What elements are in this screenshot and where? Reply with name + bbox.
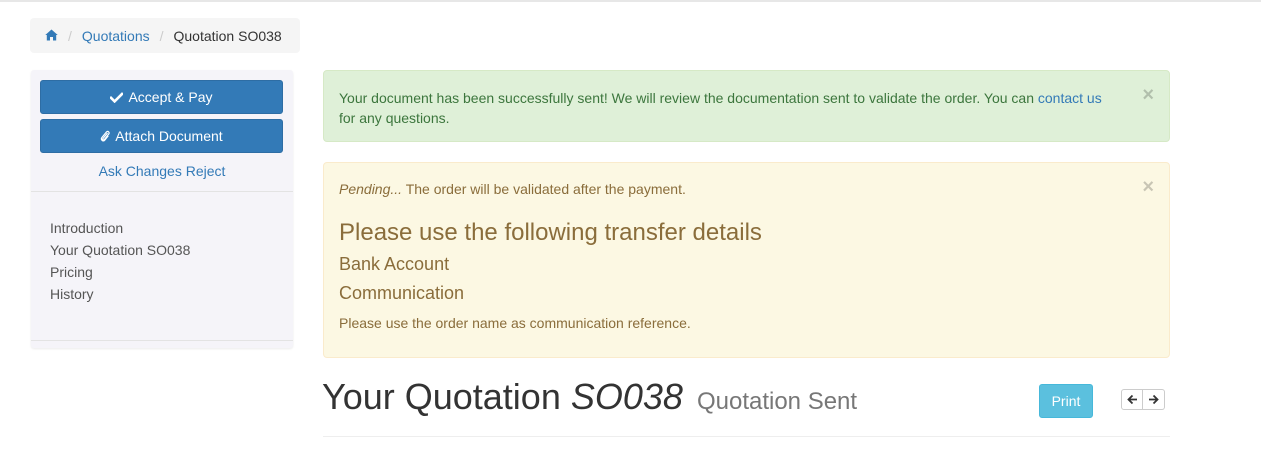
contact-us-link[interactable]: contact us: [1038, 90, 1102, 106]
sidebar-divider: [31, 191, 293, 192]
pending-alert: × Pending... The order will be validated…: [323, 162, 1170, 358]
ask-changes-reject-links: Ask Changes Reject: [31, 163, 293, 179]
accept-pay-label: Accept & Pay: [128, 89, 213, 105]
page-title: Your Quotation SO038 Quotation Sent: [322, 376, 857, 418]
pending-text: The order will be validated after the pa…: [402, 181, 686, 197]
sidebar: Accept & Pay Attach Document Ask Changes…: [31, 70, 293, 348]
communication-note: Please use the order name as communicati…: [339, 315, 691, 331]
bank-account-label: Bank Account: [339, 254, 450, 274]
check-icon: [110, 91, 124, 103]
breadcrumb-separator: /: [68, 27, 72, 44]
breadcrumb-current: Quotation SO038: [173, 27, 282, 44]
sidebar-item-history[interactable]: History: [50, 279, 190, 309]
home-icon: [45, 29, 58, 40]
record-pager: [1121, 389, 1165, 410]
attach-document-button[interactable]: Attach Document: [40, 119, 283, 153]
pending-line: Pending... The order will be validated a…: [339, 179, 1154, 199]
status-label: Quotation Sent: [696, 388, 858, 415]
success-alert-text-after: for any questions.: [339, 110, 450, 126]
communication-label: Communication: [339, 283, 465, 303]
close-icon[interactable]: ×: [1142, 85, 1154, 105]
paperclip-icon: [100, 129, 110, 143]
quotation-number: SO038: [570, 376, 683, 417]
arrow-right-icon: [1149, 394, 1159, 405]
arrow-left-icon: [1126, 394, 1137, 405]
close-icon[interactable]: ×: [1142, 177, 1154, 197]
reject-link[interactable]: Reject: [186, 163, 226, 179]
sidebar-divider: [31, 340, 293, 341]
success-alert: Your document has been successfully sent…: [323, 70, 1170, 142]
breadcrumb-separator: /: [159, 27, 164, 44]
transfer-details-title: Please use the following transfer detail…: [339, 219, 762, 246]
print-button[interactable]: Print: [1039, 384, 1093, 418]
breadcrumb-quotations-link[interactable]: Quotations: [82, 28, 150, 44]
next-button[interactable]: [1143, 389, 1165, 410]
breadcrumb: / Quotations / Quotation SO038: [30, 18, 300, 53]
pending-label: Pending...: [339, 181, 403, 197]
attach-document-label: Attach Document: [115, 128, 223, 144]
accept-pay-button[interactable]: Accept & Pay: [40, 80, 283, 114]
success-alert-text: Your document has been successfully sent…: [339, 90, 1038, 106]
top-border: [0, 0, 1261, 2]
page-title-prefix: Your Quotation: [322, 376, 571, 417]
breadcrumb-home[interactable]: [45, 28, 58, 44]
previous-button[interactable]: [1121, 389, 1143, 410]
heading-divider: [323, 436, 1170, 437]
sidebar-nav: Introduction Your Quotation SO038 Pricin…: [50, 213, 190, 309]
ask-changes-link[interactable]: Ask Changes: [99, 163, 182, 179]
